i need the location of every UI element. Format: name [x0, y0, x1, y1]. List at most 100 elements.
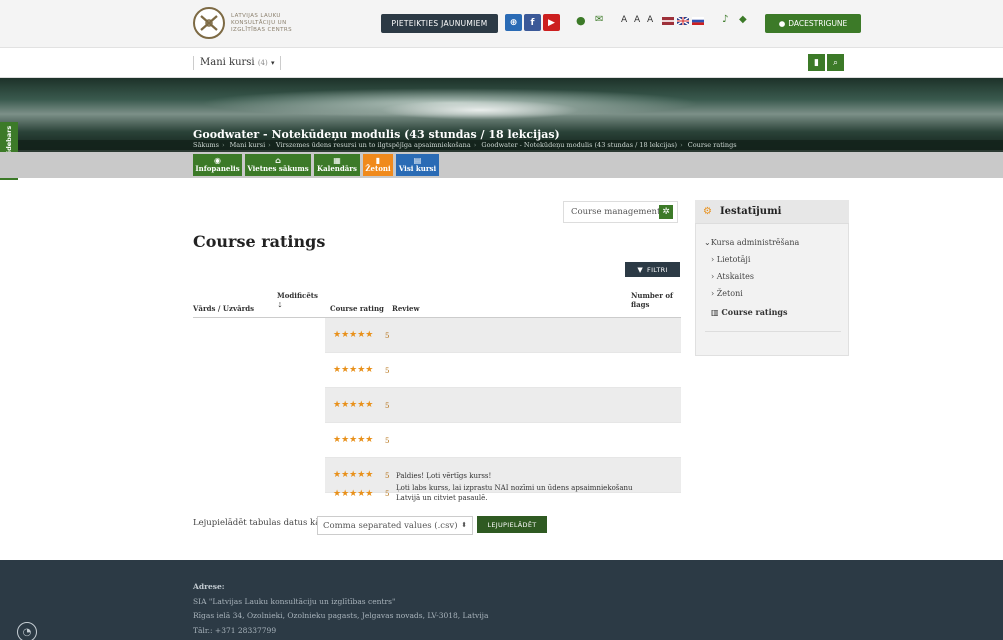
table-row: ★★★★★ 5 Ļoti labs kurss, lai izprastu NA…	[325, 481, 681, 509]
sidebar-item-course-ratings[interactable]: ▥ Course ratings	[711, 307, 788, 317]
breadcrumb-item[interactable]: Virszemes ūdens resursi un to ilgtspējīg…	[276, 141, 471, 149]
map-pin-icon[interactable]: ●	[576, 14, 586, 27]
youtube-icon[interactable]: ▶	[543, 14, 560, 31]
chevron-down-icon: ▾	[270, 59, 275, 67]
breadcrumb-current: Course ratings	[687, 141, 737, 149]
column-header-name[interactable]: Vārds / Uzvārds	[193, 304, 254, 313]
bell-icon[interactable]: ♪	[722, 14, 728, 25]
filter-icon: ▼	[637, 265, 644, 274]
filter-label: FILTRI	[647, 265, 668, 274]
tile-site-home[interactable]: ⌂ Vietnes sākums	[245, 154, 311, 176]
rating-value: 5	[385, 472, 390, 480]
chevron-right-icon: ›	[711, 289, 715, 298]
site-logo[interactable]: LATVIJAS LAUKU KONSULTĀCIJU UN IZGLĪTĪBA…	[193, 7, 292, 39]
sidebar-item-course-admin[interactable]: ⌄Kursa administrēšana	[704, 238, 799, 247]
rating-value: 5	[385, 367, 390, 375]
my-courses-label: Mani kursi	[200, 57, 255, 68]
footer-phone: Tālr.: +371 28337799	[193, 626, 277, 635]
rating-stars: ★★★★★	[333, 489, 374, 499]
review-text: Paldies! Ļoti vērtīgs kurss!	[396, 472, 492, 480]
download-label: Lejupielādēt tabulas datus kā	[193, 518, 321, 528]
review-text: Ļoti labs kurss, lai izprastu NAI nozīmi…	[396, 484, 633, 502]
sort-icon: ⇣	[277, 300, 283, 309]
subscribe-news-button[interactable]: PIETEIKTIES JAUNUMIEM	[381, 14, 498, 33]
footer-org: SIA "Latvijas Lauku konsultāciju un izgl…	[193, 597, 396, 606]
chevron-right-icon: ›	[711, 272, 715, 281]
footer-street: Rīgas ielā 34, Ozolnieki, Ozolnieku paga…	[193, 611, 489, 620]
logo-emblem	[193, 7, 225, 39]
chevron-down-icon: ⌄	[704, 238, 711, 247]
user-icon: ●	[778, 19, 786, 28]
column-header-flags[interactable]: Number of flags	[631, 291, 679, 309]
table-row: ★★★★★ 5	[325, 318, 681, 353]
breadcrumb-item[interactable]: Goodwater - Notekūdeņu modulis (43 stund…	[481, 141, 677, 149]
tile-dashboard[interactable]: ◉ Infopanelis	[193, 154, 242, 176]
rating-stars: ★★★★★	[333, 330, 374, 340]
column-header-modified[interactable]: Modificēts ⇣	[277, 291, 318, 309]
tile-label: Visi kursi	[398, 164, 437, 173]
facebook-icon[interactable]: f	[524, 14, 541, 31]
tile-label: Kalendārs	[317, 164, 357, 173]
flag-uk-icon[interactable]	[677, 17, 689, 25]
envelope-icon[interactable]: ✉	[595, 14, 603, 25]
sidebar-item-badges[interactable]: › Žetoni	[711, 289, 743, 298]
download-format-value: Comma separated values (.csv)	[323, 520, 458, 531]
breadcrumb: Sākums › Mani kursi › Virszemes ūdens resu…	[193, 141, 737, 149]
download-button[interactable]: LEJUPIELĀDĒT	[477, 516, 547, 533]
course-title: Goodwater - Notekūdeņu modulis (43 stund…	[193, 128, 560, 141]
rating-stars: ★★★★★	[333, 365, 374, 375]
course-management-label: Course management	[571, 207, 661, 217]
chat-icon[interactable]: ◆	[739, 14, 747, 25]
page-title: Course ratings	[193, 232, 326, 251]
filter-button[interactable]: ▼ FILTRI	[625, 262, 680, 277]
rating-value: 5	[385, 437, 390, 445]
my-courses-dropdown[interactable]: Mani kursi (4) ▾	[193, 56, 282, 70]
sidebar-item-reports[interactable]: › Atskaites	[711, 272, 754, 281]
tile-label: Vietnes sākums	[247, 164, 309, 173]
table-row: ★★★★★ 5	[325, 423, 681, 458]
search-icon[interactable]: ⌕	[827, 54, 844, 71]
accessibility-icon[interactable]: ◔	[17, 622, 37, 640]
tile-calendar[interactable]: ▦ Kalendārs	[314, 154, 360, 176]
flag-russia-icon[interactable]	[692, 17, 704, 25]
download-format-select[interactable]: Comma separated values (.csv) ⬍	[317, 516, 473, 535]
sidebar-item-users[interactable]: › Lietotāji	[711, 255, 750, 264]
table-row: ★★★★★ 5	[325, 388, 681, 423]
footer-address-label: Adrese:	[193, 582, 225, 591]
course-management-button[interactable]: Course management ✲	[563, 201, 678, 223]
rating-stars: ★★★★★	[333, 400, 374, 410]
bookmark-icon[interactable]: ▮	[808, 54, 825, 71]
navbar	[0, 48, 1003, 78]
rating-value: 5	[385, 490, 390, 498]
rating-value: 5	[385, 402, 390, 410]
column-header-review[interactable]: Review	[392, 304, 419, 313]
column-header-rating[interactable]: Course rating	[330, 304, 384, 313]
globe-icon[interactable]: ⊕	[505, 14, 522, 31]
user-name: DACESTRIGUNE	[788, 19, 848, 28]
gears-icon: ⚙	[703, 206, 712, 217]
rating-stars: ★★★★★	[333, 470, 374, 480]
breadcrumb-item[interactable]: Sākums	[193, 141, 219, 149]
tile-badges[interactable]: ▮ Žetoni	[363, 154, 393, 176]
rating-stars: ★★★★★	[333, 435, 374, 445]
footer	[0, 560, 1003, 640]
font-size-control[interactable]: A A A	[621, 15, 655, 25]
chevron-right-icon: ›	[711, 255, 715, 264]
settings-block-header: ⚙ Iestatījumi	[695, 200, 849, 224]
chart-icon: ▥	[711, 308, 719, 317]
settings-block-title: Iestatījumi	[720, 206, 782, 217]
my-courses-count: (4)	[257, 59, 268, 67]
sidebar-divider	[705, 331, 841, 332]
column-header-modified-label: Modificēts	[277, 291, 318, 300]
gear-icon: ✲	[659, 205, 673, 219]
select-arrows-icon: ⬍	[461, 521, 467, 529]
tile-label: Žetoni	[365, 164, 391, 173]
logo-text: LATVIJAS LAUKU KONSULTĀCIJU UN IZGLĪTĪBA…	[231, 12, 292, 33]
table-row: ★★★★★ 5	[325, 353, 681, 388]
breadcrumb-item[interactable]: Mani kursi	[230, 141, 266, 149]
tile-label: Infopanelis	[195, 164, 240, 173]
user-menu-button[interactable]: ● DACESTRIGUNE	[765, 14, 861, 33]
rating-value: 5	[385, 332, 390, 340]
flag-latvia-icon[interactable]	[662, 17, 674, 25]
tile-all-courses[interactable]: ▤ Visi kursi	[396, 154, 439, 176]
